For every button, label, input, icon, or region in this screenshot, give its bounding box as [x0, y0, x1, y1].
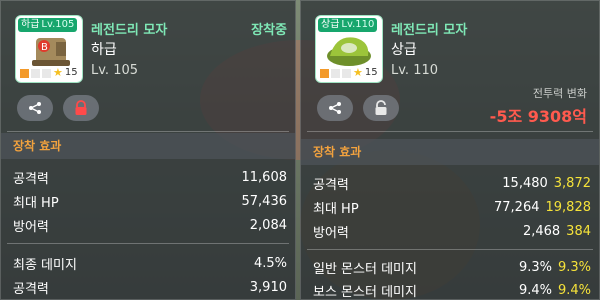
- item-grade: 상급: [391, 42, 417, 58]
- star-icon: ★: [53, 66, 63, 79]
- stat-row: 공격력 15,480 3,872: [313, 173, 591, 193]
- stat-value: 77,264: [494, 199, 540, 215]
- star-force: ★ 15: [320, 67, 378, 79]
- item-thumbnail: B 하급 Lv.105 ★ 15: [15, 15, 83, 83]
- grade-badge: 상급 Lv.110: [318, 18, 378, 32]
- stat-label: 방어력: [313, 225, 349, 241]
- svg-text:B: B: [41, 42, 48, 53]
- stat-value: 15,480: [502, 175, 548, 191]
- stat-value: 2,084: [249, 217, 287, 233]
- power-change-label: 전투력 변화: [532, 87, 587, 100]
- share-icon: [29, 102, 41, 114]
- item-name: 레전드리 모자: [91, 23, 168, 38]
- stat-label: 최종 데미지: [13, 257, 77, 273]
- stat-row: 일반 몬스터 데미지 9.3% 9.3%: [313, 257, 591, 277]
- stat-bonus: 9.4%: [557, 282, 591, 298]
- divider: [307, 249, 593, 250]
- equipped-item-panel: B 하급 Lv.105 ★ 15 레전드리 모자 하급 Lv. 105 장착중 장…: [0, 0, 296, 300]
- divider: [307, 131, 593, 132]
- lock-button[interactable]: [63, 95, 99, 121]
- star-count: 15: [364, 67, 378, 78]
- grade-badge-label: 상급: [321, 19, 340, 30]
- stat-row: 최대 HP 57,436: [13, 191, 287, 211]
- stat-row: 방어력 2,468 384: [313, 221, 591, 241]
- star-force: ★ 15: [20, 67, 78, 79]
- stat-value: 4.5%: [253, 255, 287, 271]
- potential-square: [331, 68, 340, 78]
- section-title: 장착 효과: [1, 133, 295, 159]
- stat-value: 57,436: [241, 193, 288, 209]
- stat-row: 공격력 11,608: [13, 167, 287, 187]
- stat-label: 공격력: [313, 177, 349, 193]
- stat-label: 보스 몬스터 데미지: [313, 284, 417, 300]
- stat-row: 방어력 2,084: [13, 215, 287, 235]
- section-title: 장착 효과: [301, 139, 599, 165]
- stat-bonus: 3,872: [553, 175, 591, 191]
- potential-square: [31, 68, 40, 78]
- potential-square: [320, 68, 329, 78]
- stat-label: 일반 몬스터 데미지: [313, 261, 417, 277]
- stat-row: 보스 몬스터 데미지 9.4% 9.4%: [313, 280, 591, 300]
- item-level: Lv. 110: [391, 63, 439, 78]
- stat-value: 9.3%: [518, 259, 552, 275]
- share-button[interactable]: [17, 95, 53, 121]
- item-grade: 하급: [91, 42, 117, 58]
- star-icon: ★: [353, 66, 363, 79]
- unlock-button[interactable]: [363, 95, 399, 121]
- lock-icon: [75, 100, 87, 115]
- stat-label: 최대 HP: [313, 201, 359, 217]
- item-thumbnail: 상급 Lv.110 ★ 15: [315, 15, 383, 83]
- stat-label: 최대 HP: [13, 195, 59, 211]
- grade-badge: 하급 Lv.105: [18, 18, 78, 32]
- item-level: Lv. 105: [91, 63, 139, 78]
- divider: [7, 131, 289, 132]
- item-name: 레전드리 모자: [391, 23, 468, 38]
- grade-badge-level: Lv.110: [341, 19, 375, 30]
- compare-item-panel: 상급 Lv.110 ★ 15 레전드리 모자 상급 Lv. 110 전투력 변화 …: [300, 0, 600, 300]
- potential-square: [20, 68, 29, 78]
- share-button[interactable]: [317, 95, 353, 121]
- potential-square: [42, 68, 51, 78]
- grade-badge-level: Lv.105: [41, 19, 75, 30]
- potential-square: [342, 68, 351, 78]
- stat-value: 2,468: [522, 223, 561, 239]
- stat-bonus: 19,828: [545, 199, 592, 215]
- divider: [7, 243, 289, 244]
- stat-value: 9.4%: [518, 282, 552, 298]
- stat-row: 공격력 3,910: [13, 277, 287, 297]
- stat-label: 공격력: [13, 281, 49, 297]
- grade-badge-label: 하급: [21, 19, 40, 30]
- stat-value: 11,608: [241, 169, 288, 185]
- stat-label: 방어력: [13, 219, 49, 235]
- stat-row: 최종 데미지 4.5%: [13, 253, 287, 273]
- stat-value: 3,910: [249, 279, 287, 295]
- stat-label: 공격력: [13, 171, 49, 187]
- star-count: 15: [64, 67, 78, 78]
- unlock-icon: [375, 100, 387, 115]
- power-change-value: -5조 9308억: [489, 107, 587, 126]
- stat-bonus: 9.3%: [557, 259, 591, 275]
- stat-row: 최대 HP 77,264 19,828: [313, 197, 591, 217]
- share-icon: [329, 102, 341, 114]
- equipped-status: 장착중: [251, 23, 287, 38]
- stat-bonus: 384: [566, 223, 591, 239]
